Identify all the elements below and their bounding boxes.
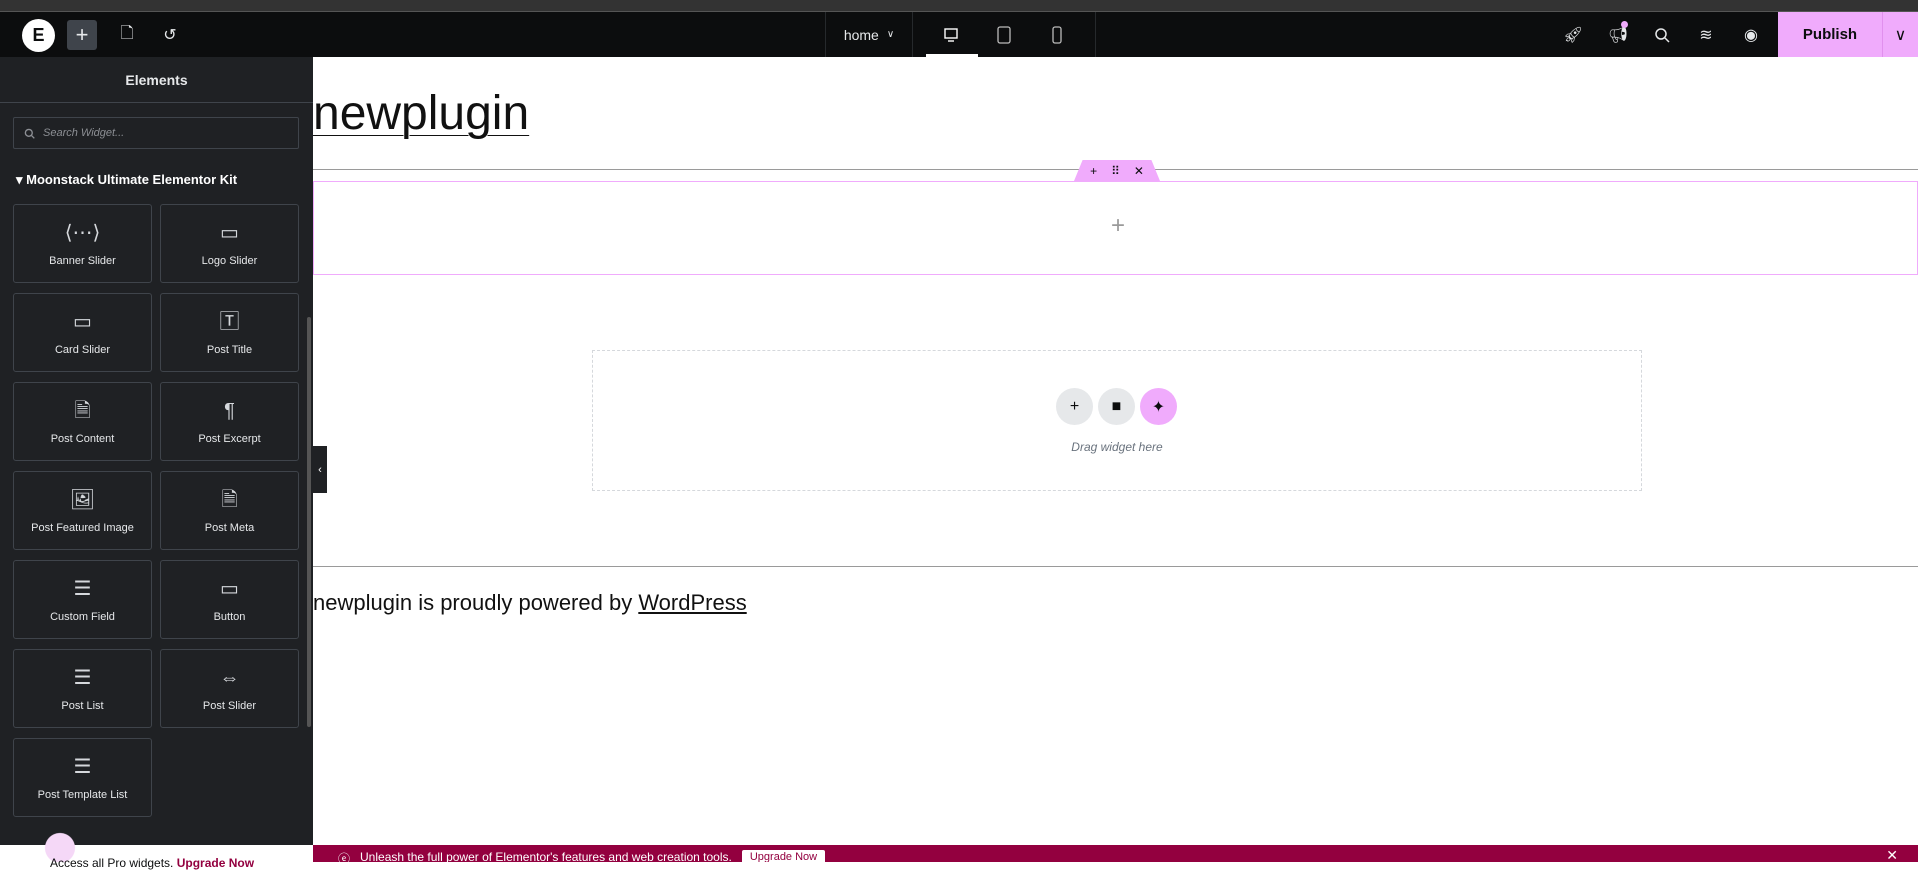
widget-label: Post Content [50,432,115,445]
upgrade-banner: ⓔ Unleash the full power of Elementor's … [313,845,1918,862]
category-title: Moonstack Ultimate Elementor Kit [26,172,238,187]
tablet-icon[interactable] [979,12,1029,57]
widget-post-featured-image[interactable]: 🖼 Post Featured Image [13,471,152,550]
widget-icon: ⟨⋯⟩ [64,221,101,244]
widget-label: Post Slider [202,699,257,712]
category-toggle[interactable]: ▾ Moonstack Ultimate Elementor Kit [16,172,237,188]
widget-icon: ☰ [73,666,92,689]
search-placeholder: Search Widget... [43,127,125,139]
collapse-panel-button[interactable]: ‹ [313,446,327,493]
widget-icon: ▭ [220,221,239,244]
drop-zone[interactable]: + ■ ✦ Drag widget here [592,350,1642,491]
widget-label: Post List [61,699,104,712]
publish-options-chevron-icon[interactable]: ∨ [1882,12,1918,57]
search-icon[interactable] [1644,12,1680,57]
widget-icon: 🗎 [74,399,91,422]
widget-label: Button [213,610,246,623]
rocket-icon[interactable]: 🚀︎ [1555,12,1591,57]
widget-icon: 🗎 [221,488,238,511]
widget-icon: 🖼 [69,488,96,511]
widget-icon: ▭ [73,310,92,333]
widget-label: Post Excerpt [198,432,261,445]
delete-section-icon[interactable]: ✕ [1134,164,1144,178]
section-handle[interactable]: + ⠿ ✕ [1074,160,1160,181]
widget-icon: 🅃 [219,310,240,333]
search-icon [24,128,35,139]
drag-widget-text: Drag widget here [1071,440,1163,454]
footer-text: newplugin is proudly powered by [313,590,639,615]
widget-custom-field[interactable]: ☰ Custom Field [13,560,152,639]
wordpress-link[interactable]: WordPress [638,590,746,615]
banner-text: Unleash the full power of Elementor's fe… [360,850,732,862]
elementor-logo[interactable]: E [22,19,55,52]
banner-upgrade-button[interactable]: Upgrade Now [741,850,826,862]
top-toolbar: E + 🗋 ↺ home ∨ 🚀︎ 📢︎ ≋ ◉ Publish ∨ [0,12,1918,57]
elementor-icon: ⓔ [338,852,351,862]
drag-section-icon[interactable]: ⠿ [1111,164,1120,178]
widget-label: Custom Field [50,610,115,623]
widget-card-slider[interactable]: ▭ Card Slider [13,293,152,372]
widget-post-list[interactable]: ☰ Post List [13,649,152,728]
empty-section[interactable]: + [313,181,1918,275]
widget-icon: ☰ [73,577,92,600]
template-library-button[interactable]: ■ [1098,388,1135,425]
pro-promo [0,780,313,862]
add-container-button[interactable]: + [1056,388,1093,425]
widget-icon: ☰ [73,755,92,778]
widget-banner-slider[interactable]: ⟨⋯⟩ Banner Slider [13,204,152,283]
announcements-icon[interactable]: 📢︎ [1600,12,1636,57]
widget-icon: ¶ [224,399,235,422]
site-footer: newplugin is proudly powered by WordPres… [313,590,747,616]
widget-post-content[interactable]: 🗎 Post Content [13,382,152,461]
elements-panel: Elements Search Widget... ▾ Moonstack Ul… [0,57,313,845]
promo-text: Access all Pro widgets. Upgrade Now [50,856,254,870]
widget-label: Card Slider [54,343,111,356]
page-name: home [843,26,879,43]
promo-label: Access all Pro widgets. [50,856,174,870]
add-widget-icon[interactable]: + [1111,212,1125,240]
upgrade-link[interactable]: Upgrade Now [177,856,254,870]
mobile-icon[interactable] [1032,12,1082,57]
close-icon[interactable]: ✕ [1886,847,1898,862]
widget-label: Post Meta [204,521,255,534]
site-title-link[interactable]: newplugin [313,86,529,141]
widget-logo-slider[interactable]: ▭ Logo Slider [160,204,299,283]
divider [313,566,1918,567]
history-icon[interactable]: ↺ [155,20,185,50]
widget-grid: ⟨⋯⟩ Banner Slider ▭ Logo Slider ▭ Card Slider… [13,204,299,817]
browser-strip [0,0,1918,12]
structure-layers-icon[interactable]: ≋ [1688,12,1724,57]
page-settings-icon[interactable]: 🗋 [112,20,142,50]
add-section-icon[interactable]: + [1090,164,1097,178]
panel-scrollbar[interactable] [307,317,311,727]
chevron-down-icon: ∨ [886,29,895,40]
publish-button[interactable]: Publish [1778,12,1882,57]
panel-title: Elements [0,57,313,103]
widget-label: Post Featured Image [31,521,134,534]
widget-label: Logo Slider [201,254,258,267]
ai-sparkle-button[interactable]: ✦ [1140,388,1177,425]
widget-post-excerpt[interactable]: ¶ Post Excerpt [160,382,299,461]
widget-post-slider[interactable]: ⇔ Post Slider [160,649,299,728]
widget-post-title[interactable]: 🅃 Post Title [160,293,299,372]
widget-label: Banner Slider [49,254,116,267]
desktop-icon[interactable] [926,12,978,57]
widget-icon: ▭ [220,577,239,600]
search-widget-input[interactable]: Search Widget... [13,117,299,149]
widget-label: Post Title [206,343,253,356]
widget-button[interactable]: ▭ Button [160,560,299,639]
add-element-button[interactable]: + [67,20,97,50]
page-dropdown[interactable]: home ∨ [826,12,912,57]
preview-eye-icon[interactable]: ◉ [1733,12,1769,57]
widget-icon: ⇔ [219,666,240,689]
widget-post-meta[interactable]: 🗎 Post Meta [160,471,299,550]
